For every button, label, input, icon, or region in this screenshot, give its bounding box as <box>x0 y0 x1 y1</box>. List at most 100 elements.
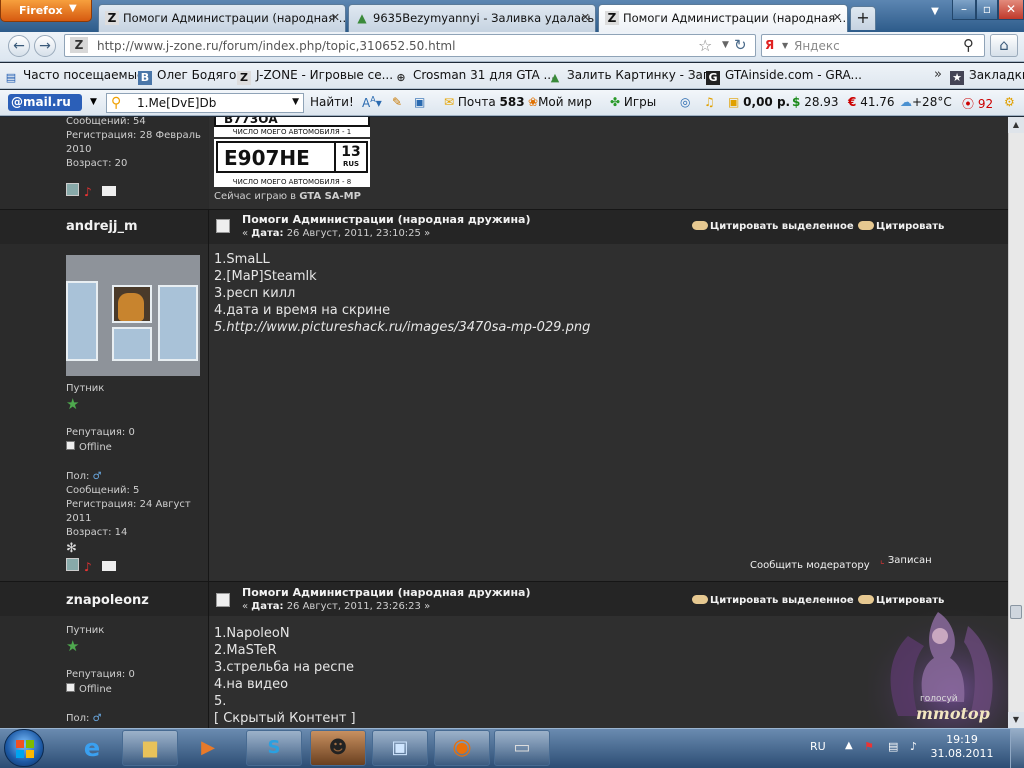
post-2-username[interactable]: znapoleonz <box>66 593 149 608</box>
system-clock[interactable]: 19:19 31.08.2011 <box>930 733 994 761</box>
report-to-moderator-link[interactable]: Сообщить модератору <box>750 560 870 571</box>
windows-logo-icon <box>16 740 34 758</box>
post-1-quote-selected[interactable]: Цитировать выделенное <box>692 221 854 232</box>
url-dropdown-icon[interactable]: ▼ <box>722 40 729 50</box>
network-warning-icon[interactable]: ⚑ <box>864 740 874 753</box>
hidden-content[interactable]: [ Скрытый Контент ] <box>214 710 356 727</box>
bookmark-vk[interactable]: B Олег Бодягов <box>138 68 243 85</box>
pm-icon[interactable]: ♪ <box>84 561 97 574</box>
close-icon[interactable]: ✕ <box>833 11 842 24</box>
reload-icon[interactable]: ↻ <box>734 36 747 54</box>
post-line: 2.MaSTeR <box>214 643 277 658</box>
font-icon[interactable]: AA▾ <box>362 95 382 110</box>
post-link[interactable]: 5.http://www.pictureshack.ru/images/3470… <box>214 319 590 336</box>
mailru-menu-dropdown-icon[interactable]: ▼ <box>90 97 97 107</box>
search-icon[interactable]: ⚲ <box>963 36 974 54</box>
skype-taskbar-icon[interactable]: S <box>246 730 302 766</box>
mailru-traffic[interactable]: ⦿ 92 <box>962 95 993 112</box>
site-identity-icon[interactable]: Z <box>70 37 88 53</box>
firefox-taskbar-icon[interactable]: ◉ <box>434 730 490 766</box>
firefox-menu-button[interactable]: Firefox ▼ <box>0 0 92 22</box>
bookmarks-overflow-button[interactable]: » <box>934 67 942 82</box>
mailru-weather[interactable]: ☁+28°C <box>900 95 952 109</box>
media-player-taskbar-icon[interactable]: ▶ <box>180 730 236 766</box>
gta-taskbar-icon[interactable]: ☻ <box>310 730 366 766</box>
post-1-rank: Путник <box>66 383 105 394</box>
maximize-button[interactable]: ▫ <box>976 0 998 20</box>
search-engine-dropdown-icon[interactable]: ▼ <box>782 41 788 50</box>
tab-3-active[interactable]: Z Помоги Администрации (народная ... ✕ <box>598 4 848 32</box>
profile-icon[interactable] <box>66 183 79 196</box>
new-tab-button[interactable]: + <box>850 6 876 30</box>
post-1-title[interactable]: Помоги Администрации (народная дружина) <box>242 213 531 226</box>
traffic-light-icon: ⦿ <box>962 97 975 111</box>
post-2-quote[interactable]: Цитировать <box>858 595 944 606</box>
mailru-usd[interactable]: $ 28.93 <box>792 95 839 109</box>
post-1-quote[interactable]: Цитировать <box>858 221 944 232</box>
bookmark-most-visited[interactable]: ▤ Часто посещаемые <box>4 68 145 85</box>
chevron-down-icon[interactable]: ▼ <box>292 97 299 107</box>
home-button[interactable]: ⌂ <box>990 34 1018 57</box>
minimize-button[interactable]: – <box>952 0 976 20</box>
image-viewer-taskbar-icon[interactable]: ▣ <box>372 730 428 766</box>
mailru-find-button[interactable]: Найти! <box>310 95 354 109</box>
yandex-icon[interactable]: Я <box>765 38 779 52</box>
post-line: 4.на видео <box>214 677 289 692</box>
explorer-taskbar-icon[interactable]: ▆ <box>122 730 178 766</box>
zone-favicon-icon: Z <box>105 11 119 25</box>
display-icon[interactable]: ▤ <box>888 740 898 753</box>
ie-taskbar-icon[interactable]: e <box>64 730 120 766</box>
language-indicator[interactable]: RU <box>810 740 826 753</box>
tab-2[interactable]: ▲ 9635Bezymyannyi - Заливка удалась... ✕ <box>348 4 596 32</box>
post-icon <box>216 593 230 607</box>
mailru-games-button[interactable]: ✤ Игры <box>610 95 656 109</box>
email-icon[interactable] <box>102 186 116 196</box>
post-2-title[interactable]: Помоги Администрации (народная дружина) <box>242 586 531 599</box>
forward-button[interactable]: → <box>34 35 56 57</box>
bookmark-zalit[interactable]: ▲ Залить Картинку - Заг... <box>548 68 721 85</box>
close-icon[interactable]: ✕ <box>581 11 590 24</box>
mailru-eur[interactable]: € 41.76 <box>848 95 895 109</box>
profile-icon[interactable] <box>66 558 79 571</box>
mailru-logo[interactable]: @mail.ru <box>8 94 82 111</box>
search-input[interactable]: Яндекс <box>761 34 985 57</box>
cloud-icon: ☁ <box>900 95 912 109</box>
mailru-balance[interactable]: ▣ 0,00 р. <box>728 95 790 109</box>
show-hidden-icons[interactable]: ▲ <box>845 740 853 751</box>
email-icon[interactable] <box>102 561 116 571</box>
url-input[interactable]: http://www.j-zone.ru/forum/index.php/top… <box>64 34 756 57</box>
music-icon[interactable]: ♫ <box>704 95 715 109</box>
mailru-myworld-button[interactable]: ❀Мой мир <box>528 95 592 109</box>
mailru-search-input[interactable]: 1.Me[DvE]Db ▼ <box>106 93 304 113</box>
monitor-taskbar-icon[interactable]: ▭ <box>494 730 550 766</box>
bookmark-jzone[interactable]: Z J-ZONE - Игровые се... <box>237 68 393 85</box>
bookmarks-menu-button[interactable]: ★ Закладки <box>950 68 1024 85</box>
volume-icon[interactable]: ♪ <box>910 740 917 753</box>
post-2-quote-selected[interactable]: Цитировать выделенное <box>692 595 854 606</box>
scroll-up-icon[interactable]: ▲ <box>1008 117 1024 133</box>
show-desktop-button[interactable] <box>1010 729 1024 768</box>
post-1-username[interactable]: andrejj_m <box>66 219 138 234</box>
page-icon[interactable]: ▣ <box>414 95 425 109</box>
start-button[interactable] <box>4 729 44 767</box>
mailru-mail-button[interactable]: ✉ Почта 583 <box>444 95 525 109</box>
window-close-button[interactable]: ✕ <box>998 0 1024 20</box>
vk-icon: B <box>138 71 152 85</box>
mmotop-vote-banner[interactable]: голосуй mmotop <box>868 606 1008 728</box>
bookmark-gtainside[interactable]: G GTAinside.com - GRA... <box>706 68 862 85</box>
back-button[interactable]: ← <box>8 35 30 57</box>
bookmark-crosman[interactable]: ⊕ Crosman 31 для GTA ... <box>394 68 555 85</box>
scroll-down-icon[interactable]: ▼ <box>1008 712 1024 728</box>
agent-icon[interactable]: ◎ <box>680 95 690 109</box>
pm-icon[interactable]: ♪ <box>84 186 97 199</box>
highlight-icon[interactable]: ✎ <box>392 95 402 109</box>
avatar <box>66 255 200 376</box>
tab-1[interactable]: Z Помоги Администрации (народная ... ✕ <box>98 4 346 32</box>
settings-gear-icon[interactable]: ⚙ <box>1004 95 1015 109</box>
list-tabs-icon[interactable]: ▼ <box>926 6 944 24</box>
vertical-scrollbar[interactable] <box>1008 117 1024 728</box>
close-icon[interactable]: ✕ <box>331 11 340 24</box>
bookmark-star-icon[interactable]: ☆ <box>698 36 712 55</box>
mailru-search-value: 1.Me[DvE]Db <box>137 96 217 110</box>
scroll-thumb[interactable] <box>1010 605 1022 619</box>
